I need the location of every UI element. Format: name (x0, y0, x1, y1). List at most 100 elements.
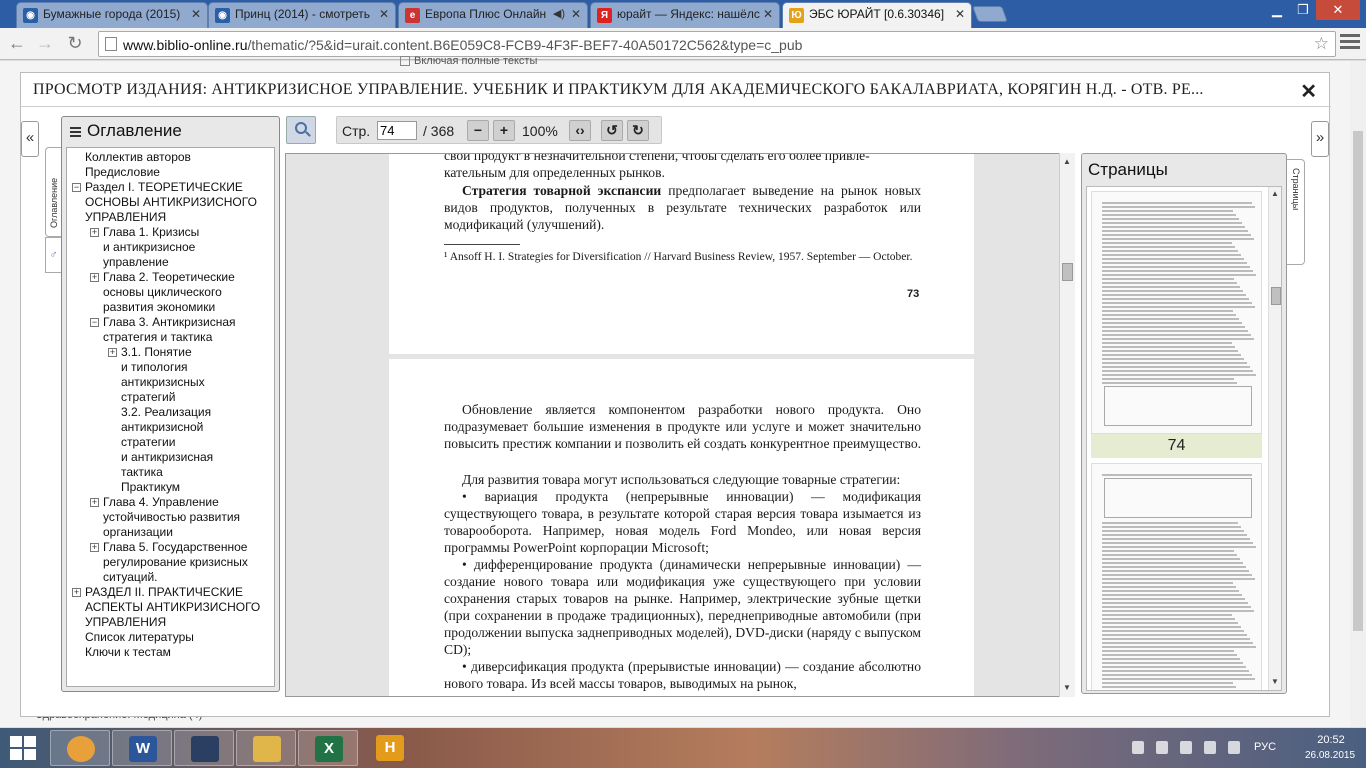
toc-item[interactable]: 3.1. Понятие (121, 345, 192, 360)
toc-item[interactable]: Предисловие (85, 165, 160, 180)
browser-tab-3[interactable]: e Европа Плюс Онлайн ◀) ✕ (398, 2, 588, 28)
close-viewer-button[interactable]: ✕ (1300, 79, 1317, 104)
toc-item[interactable]: Глава 3. Антикризисная (103, 315, 236, 330)
fit-width-button[interactable]: ‹› (569, 120, 591, 141)
browser-tab-4[interactable]: Я юрайт — Яндекс: нашёлс ✕ (590, 2, 780, 28)
star-icon[interactable]: ☆ (1314, 34, 1329, 54)
new-tab-button[interactable] (972, 6, 1008, 22)
toc-tree[interactable]: Коллектив авторов Предисловие Раздел I. ТЕ… (66, 147, 275, 687)
close-icon[interactable]: ✕ (955, 7, 965, 21)
media-taskbar-button[interactable] (174, 730, 234, 766)
collapse-icon[interactable]: − (72, 183, 81, 192)
battery-icon[interactable] (1180, 741, 1192, 754)
toc-item[interactable]: Глава 2. Теоретические (103, 270, 235, 285)
minimize-button[interactable]: ▁ (1264, 0, 1290, 20)
toc-item[interactable]: АСПЕКТЫ АНТИКРИЗИСНОГО (85, 600, 260, 615)
page-thumbnail[interactable] (1091, 191, 1262, 434)
page-scrollbar[interactable] (1350, 61, 1366, 727)
search-button[interactable] (286, 116, 316, 144)
fulltext-filter[interactable]: Включая полные тексты (40, 55, 537, 67)
toc-item[interactable]: основы циклического (103, 285, 222, 300)
scrollbar-thumb[interactable] (1062, 263, 1073, 281)
close-icon[interactable]: ✕ (763, 7, 773, 21)
toc-item[interactable]: тактика (121, 465, 163, 480)
zoom-in-button[interactable]: + (493, 120, 515, 141)
toc-item[interactable]: 3.2. Реализация (121, 405, 211, 420)
toc-item[interactable]: ситуаций. (103, 570, 158, 585)
toc-item[interactable]: стратегий (121, 390, 175, 405)
toc-item[interactable]: и антикризисная (121, 450, 213, 465)
scrollbar-thumb[interactable] (1271, 287, 1281, 305)
address-bar[interactable]: www.biblio-online.ru/thematic/?5&id=urai… (98, 31, 1336, 57)
browser-tab-1[interactable]: ◉ Бумажные города (2015) ✕ (16, 2, 208, 28)
toc-item[interactable]: устойчивостью развития (103, 510, 240, 525)
expand-icon[interactable]: + (90, 543, 99, 552)
clock-date[interactable]: 26.08.2015 (1300, 750, 1360, 761)
tray-app-icon[interactable] (1132, 741, 1144, 754)
collapse-right-button[interactable]: » (1311, 121, 1329, 157)
page-thumbnails[interactable]: 74 ▲ ▼ (1086, 186, 1282, 691)
restore-button[interactable]: ❐ (1290, 0, 1316, 20)
window-close-button[interactable]: ✕ (1316, 0, 1360, 20)
speaker-icon[interactable]: ◀) (553, 7, 565, 20)
reload-button[interactable]: ↻ (64, 33, 86, 55)
toc-item[interactable]: регулирование кризисных (103, 555, 248, 570)
document-scrollbar[interactable]: ▲ ▼ (1059, 153, 1075, 697)
close-icon[interactable]: ✕ (379, 7, 389, 21)
toc-item[interactable]: РАЗДЕЛ II. ПРАКТИЧЕСКИЕ (85, 585, 243, 600)
browser-tab-2[interactable]: ◉ Принц (2014) - смотреть ✕ (208, 2, 396, 28)
expand-icon[interactable]: + (90, 498, 99, 507)
scroll-down-icon[interactable]: ▼ (1271, 677, 1279, 686)
toc-item[interactable]: Глава 4. Управление (103, 495, 219, 510)
toc-item[interactable]: Глава 1. Кризисы (103, 225, 199, 240)
explorer-taskbar-button[interactable] (236, 730, 296, 766)
windows-start-icon[interactable] (10, 736, 36, 760)
url-text[interactable]: www.biblio-online.ru/thematic/?5&id=urai… (123, 37, 802, 53)
clock-time[interactable]: 20:52 (1306, 734, 1356, 746)
toc-item[interactable]: Коллектив авторов (85, 150, 191, 165)
flag-icon[interactable] (1156, 741, 1168, 754)
toc-item[interactable]: антикризисной (121, 420, 203, 435)
toc-side-tab[interactable]: Оглавление (45, 147, 61, 237)
toc-item[interactable]: и типология (121, 360, 188, 375)
scrollbar-thumb[interactable] (1353, 131, 1363, 631)
toc-item[interactable]: Ключи к тестам (85, 645, 171, 660)
scroll-up-icon[interactable]: ▲ (1271, 189, 1279, 198)
toc-item[interactable]: стратегии (121, 435, 175, 450)
collapse-icon[interactable]: − (90, 318, 99, 327)
rotate-left-button[interactable]: ↺ (601, 120, 623, 141)
toc-item[interactable]: УПРАВЛЕНИЯ (85, 615, 166, 630)
close-icon[interactable]: ✕ (191, 7, 201, 21)
forward-button[interactable]: → (34, 33, 56, 55)
language-indicator[interactable]: РУС (1254, 741, 1276, 753)
page-number-input[interactable] (377, 121, 417, 140)
toc-item[interactable]: Раздел I. ТЕОРЕТИЧЕСКИЕ (85, 180, 243, 195)
toc-item[interactable]: Глава 5. Государственное (103, 540, 247, 555)
chrome-menu-button[interactable] (1340, 34, 1360, 52)
toc-item[interactable]: развития экономики (103, 300, 215, 315)
pages-side-tab[interactable]: Страницы (1287, 159, 1305, 265)
document-viewport[interactable]: свой продукт в незначительной степени, ч… (285, 153, 1075, 697)
toc-item[interactable]: стратегия и тактика (103, 330, 212, 345)
toc-item[interactable]: УПРАВЛЕНИЯ (85, 210, 166, 225)
h-app-taskbar-button[interactable]: H (360, 730, 420, 766)
chrome-taskbar-button[interactable] (50, 730, 110, 766)
back-button[interactable]: ← (6, 33, 28, 55)
rotate-right-button[interactable]: ↻ (627, 120, 649, 141)
expand-icon[interactable]: + (90, 273, 99, 282)
zoom-out-button[interactable]: − (467, 120, 489, 141)
close-icon[interactable]: ✕ (571, 7, 581, 21)
collapse-left-button[interactable]: « (21, 121, 39, 157)
toc-item[interactable]: управление (103, 255, 169, 270)
page-thumbnail[interactable] (1091, 463, 1262, 690)
checkbox[interactable] (400, 56, 410, 67)
toc-item[interactable]: ОСНОВЫ АНТИКРИЗИСНОГО (85, 195, 257, 210)
expand-icon[interactable]: + (90, 228, 99, 237)
browser-tab-5[interactable]: Ю ЭБС ЮРАЙТ [0.6.30346] ✕ (782, 2, 972, 28)
expand-icon[interactable]: + (108, 348, 117, 357)
toc-item[interactable]: организации (103, 525, 173, 540)
pages-scrollbar[interactable]: ▲ ▼ (1268, 187, 1281, 690)
scroll-up-icon[interactable]: ▲ (1063, 157, 1071, 166)
volume-icon[interactable] (1204, 741, 1216, 754)
bookmark-side-tab[interactable]: ♂ (45, 237, 61, 273)
